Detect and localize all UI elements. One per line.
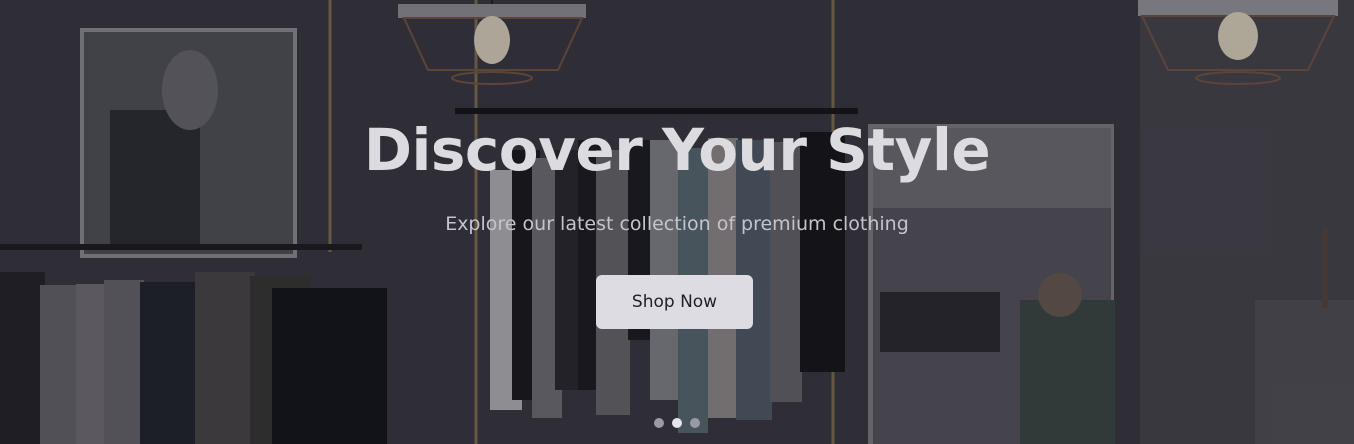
hero-content: Discover Your Style Explore our latest c…	[0, 0, 1354, 444]
carousel-dot-1[interactable]	[654, 418, 664, 428]
hero-subtitle: Explore our latest collection of premium…	[445, 213, 909, 235]
carousel-indicators	[0, 418, 1354, 428]
carousel-dot-2[interactable]	[672, 418, 682, 428]
shop-now-button[interactable]: Shop Now	[596, 275, 753, 329]
hero-title: Discover Your Style	[363, 116, 991, 184]
hero-banner: Discover Your Style Explore our latest c…	[0, 0, 1354, 444]
carousel-dot-3[interactable]	[690, 418, 700, 428]
